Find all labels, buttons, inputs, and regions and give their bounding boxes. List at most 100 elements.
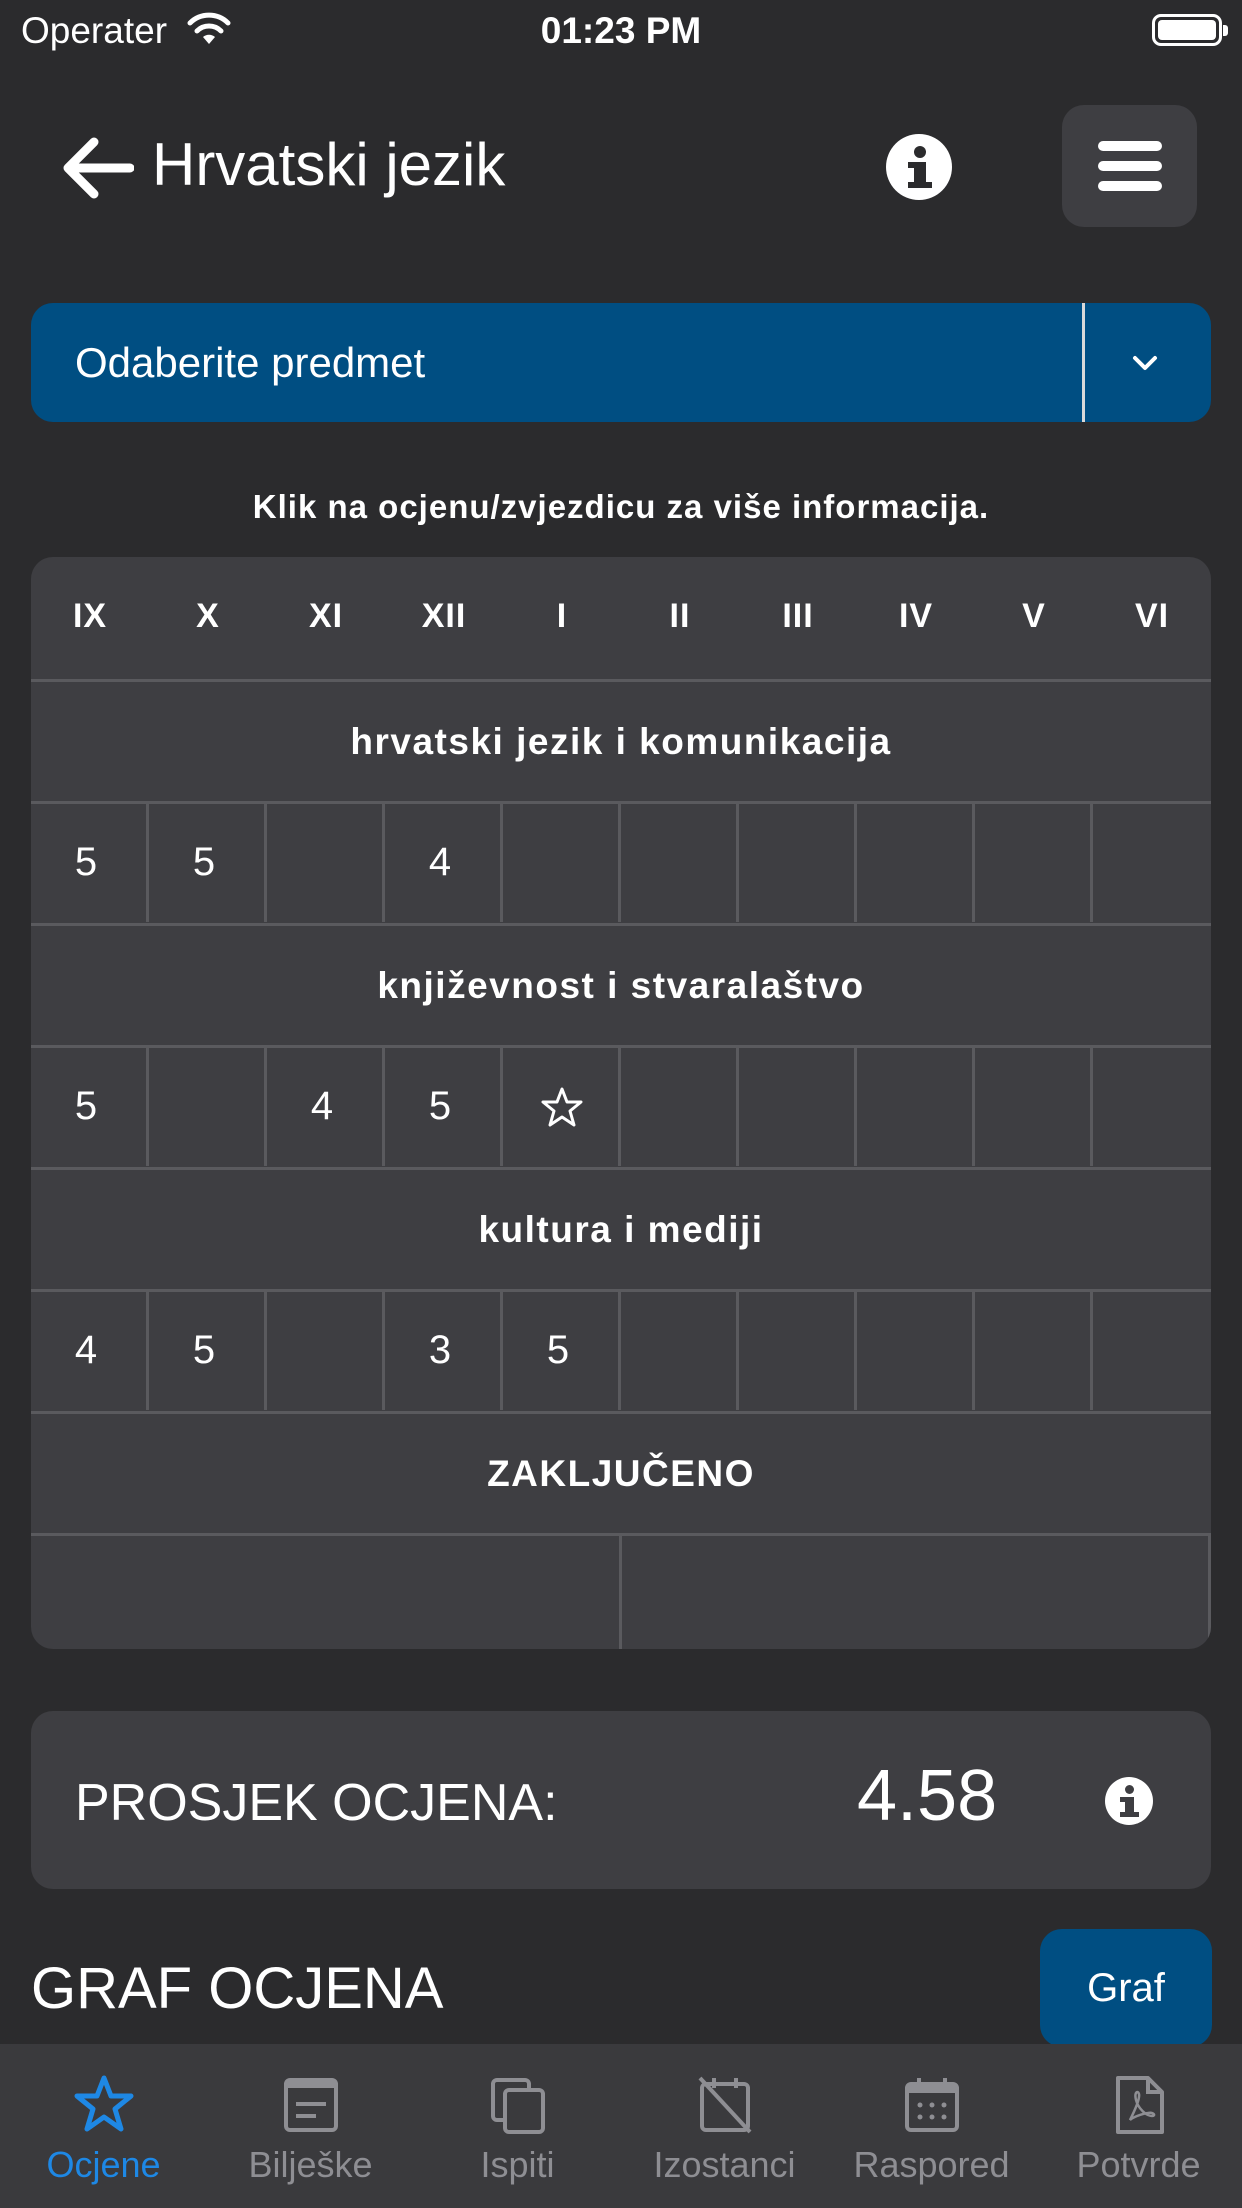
table-divider — [31, 923, 1211, 926]
hamburger-icon — [1098, 141, 1162, 151]
table-divider — [31, 679, 1211, 682]
grade-cell — [621, 1292, 739, 1410]
grade-cell — [975, 1292, 1093, 1410]
menu-button[interactable] — [1062, 105, 1197, 227]
clock: 01:23 PM — [540, 10, 702, 51]
tab-bar: Ocjene Bilješke Ispiti Izostanci Raspored Pot… — [0, 2044, 1242, 2208]
status-bar: Operater 01:23 PM — [0, 0, 1242, 62]
tab-label: Potvrde — [1076, 2144, 1201, 2185]
subject-dropdown[interactable]: Odaberite predmet — [31, 303, 1211, 422]
month-header-IX: IX — [72, 597, 108, 635]
final-grade-header: ZAKLJUČENO — [487, 1453, 755, 1494]
subject-dropdown-label: Odaberite predmet — [75, 339, 426, 386]
grade-cell — [857, 1048, 975, 1166]
grade-cell[interactable]: 3 — [385, 1292, 503, 1410]
grade-cell — [503, 804, 621, 922]
calendar-off-icon — [698, 2076, 752, 2134]
star-icon[interactable] — [541, 1086, 583, 1128]
month-header-V: V — [1022, 597, 1046, 635]
grade-cell — [621, 804, 739, 922]
month-header-IV: IV — [898, 597, 934, 635]
month-header-I: I — [556, 597, 568, 635]
grade-value[interactable]: 4 — [381, 840, 499, 885]
grade-cell[interactable]: 5 — [149, 804, 267, 922]
grade-value[interactable]: 3 — [381, 1328, 499, 1373]
grade-cell[interactable]: 4 — [31, 1292, 149, 1410]
grade-cell — [1093, 804, 1211, 922]
grade-value[interactable]: 5 — [145, 840, 263, 885]
grade-value[interactable]: 5 — [499, 1328, 617, 1373]
category-header: kultura i mediji — [478, 1209, 764, 1250]
grade-cell — [739, 1292, 857, 1410]
grade-cell — [1093, 1292, 1211, 1410]
grade-cell — [149, 1048, 267, 1166]
info-icon[interactable] — [886, 134, 952, 200]
month-header-X: X — [196, 597, 220, 635]
grade-cell[interactable]: 5 — [149, 1292, 267, 1410]
average-value: 4.58 — [857, 1756, 998, 1836]
grade-cell[interactable] — [503, 1048, 621, 1166]
back-arrow-icon[interactable] — [60, 136, 134, 200]
tab-label: Bilješke — [248, 2144, 373, 2185]
grade-cell — [975, 1048, 1093, 1166]
header: Hrvatski jezik — [0, 100, 1242, 230]
grade-value[interactable]: 5 — [381, 1084, 499, 1129]
grade-cell[interactable]: 4 — [267, 1048, 385, 1166]
final-divider — [1208, 1536, 1211, 1649]
grade-cell[interactable]: 5 — [31, 1048, 149, 1166]
month-header-II: II — [669, 597, 691, 635]
notes-icon — [284, 2078, 338, 2132]
tab-ispiti[interactable]: Ispiti — [414, 2044, 621, 2208]
grade-cell — [267, 1292, 385, 1410]
grade-cell — [267, 804, 385, 922]
grade-cell — [857, 1292, 975, 1410]
tab-label: Izostanci — [653, 2144, 796, 2185]
calendar-icon — [905, 2078, 959, 2132]
tab-label: Ocjene — [46, 2144, 161, 2185]
month-header-XII: XII — [421, 597, 467, 635]
tab-izostanci[interactable]: Izostanci — [621, 2044, 828, 2208]
grade-cell — [857, 804, 975, 922]
grade-cell[interactable]: 5 — [385, 1048, 503, 1166]
grade-cell[interactable]: 5 — [31, 804, 149, 922]
month-header-III: III — [782, 597, 814, 635]
grade-value[interactable]: 4 — [263, 1084, 381, 1129]
grade-cell — [621, 1048, 739, 1166]
final-divider — [619, 1536, 622, 1649]
tab-raspored[interactable]: Raspored — [828, 2044, 1035, 2208]
tab-ocjene[interactable]: Ocjene — [0, 2044, 207, 2208]
dropdown-divider — [1082, 303, 1085, 422]
category-header: hrvatski jezik i komunikacija — [350, 721, 892, 762]
grade-cell — [1093, 1048, 1211, 1166]
page-title: Hrvatski jezik — [152, 131, 506, 198]
graph-title: GRAF OCJENA — [31, 1956, 444, 2021]
grade-value[interactable]: 5 — [31, 840, 145, 885]
battery-icon — [1152, 14, 1228, 46]
grades-table: IX X XI XII I II III IV V VI hrvatski jezik i komu… — [31, 557, 1211, 1649]
graph-button[interactable]: Graf — [1040, 1929, 1212, 2047]
grade-value[interactable]: 4 — [31, 1328, 145, 1373]
average-label: PROSJEK OCJENA: — [75, 1774, 558, 1832]
table-divider — [31, 1411, 1211, 1414]
month-header-VI: VI — [1134, 597, 1170, 635]
category-header: književnost i stvaralaštvo — [377, 965, 865, 1006]
grade-cell — [975, 804, 1093, 922]
grade-cell — [739, 1048, 857, 1166]
grade-cell — [739, 804, 857, 922]
grade-value[interactable]: 5 — [31, 1084, 145, 1129]
chevron-down-icon — [1133, 356, 1157, 370]
hint-text: Klik na ocjenu/zvjezdicu za više informa… — [252, 488, 990, 525]
month-header-XI: XI — [308, 597, 344, 635]
grade-value[interactable]: 5 — [145, 1328, 263, 1373]
tab-potvrde[interactable]: Potvrde — [1035, 2044, 1242, 2208]
grade-cell[interactable]: 5 — [503, 1292, 621, 1410]
tab-label: Raspored — [853, 2144, 1010, 2185]
table-divider — [31, 1167, 1211, 1170]
pdf-icon — [1116, 2076, 1164, 2134]
tab-label: Ispiti — [480, 2144, 555, 2185]
average-info-icon[interactable] — [1105, 1777, 1153, 1825]
tab-bilješke[interactable]: Bilješke — [207, 2044, 414, 2208]
average-card: PROSJEK OCJENA: 4.58 — [31, 1711, 1211, 1889]
grade-cell[interactable]: 4 — [385, 804, 503, 922]
star-icon — [74, 2075, 134, 2132]
